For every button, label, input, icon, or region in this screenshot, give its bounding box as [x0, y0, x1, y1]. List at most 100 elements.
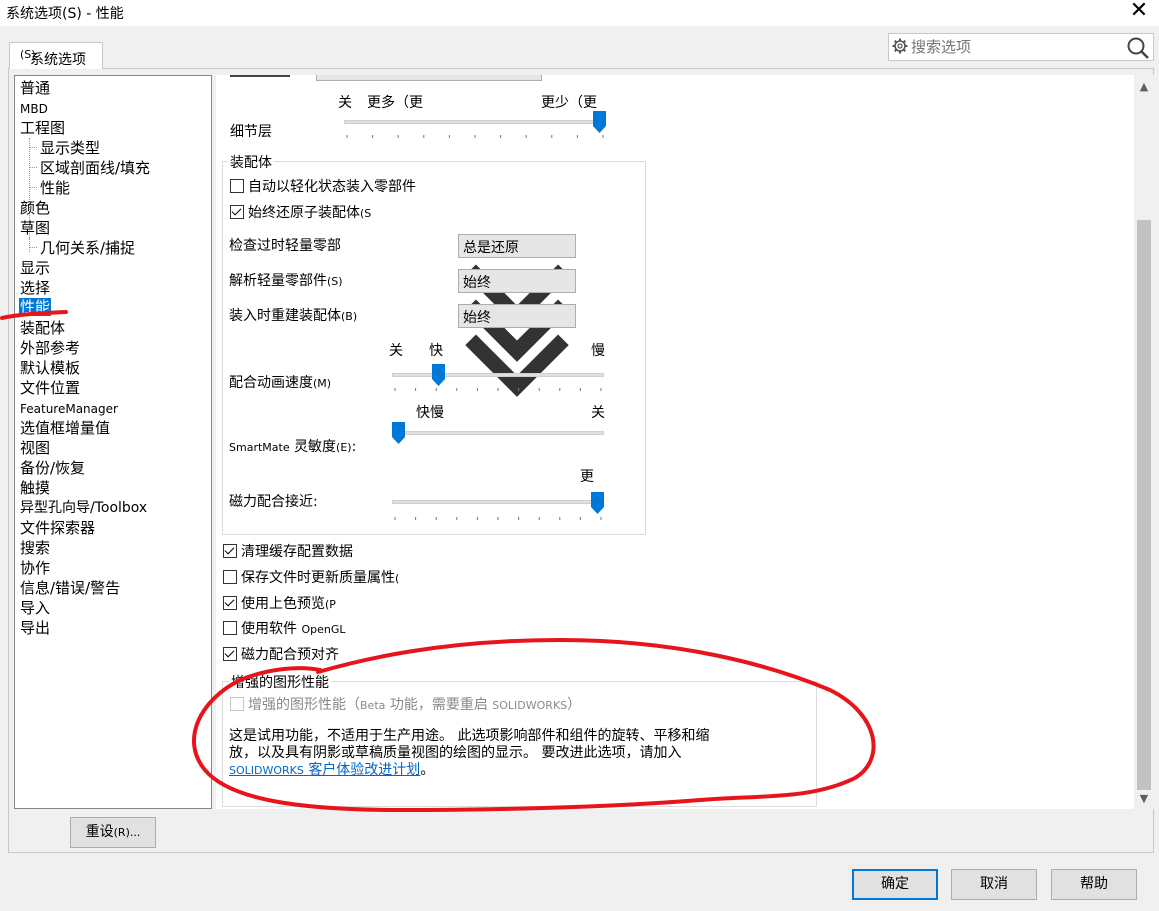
tree-item-backup-recover[interactable]: 备份/恢复 [20, 459, 85, 477]
ceip-link[interactable]: SOLIDWORKS 客户体验改进计划 [229, 762, 420, 778]
search-icon[interactable] [1125, 36, 1151, 60]
ok-button[interactable]: 确定 [852, 869, 938, 900]
detail-level-label: 细节层 [230, 124, 272, 140]
tab-system-options[interactable]: 系统选项 (S) [9, 42, 103, 69]
check-outdated-value: 总是还原 [463, 240, 519, 256]
clipped-dropdown[interactable] [316, 75, 542, 81]
tab-label: 系统选项 [30, 52, 86, 68]
tree-item-drawing-performance[interactable]: 性能 [40, 179, 70, 197]
tree-guide [29, 247, 37, 248]
settings-content: 关 更多（更 更少（更 细节层 装配体 自动以轻化状态装入零部件 始终还原子装配… [216, 75, 1134, 809]
close-icon[interactable]: ✕ [1122, 0, 1156, 24]
tree-item-search[interactable]: 搜索 [20, 539, 50, 557]
auto-lightweight-checkbox[interactable] [230, 179, 244, 193]
clear-cache-checkbox[interactable] [223, 544, 237, 558]
detail-off-label: 关 [338, 95, 352, 111]
help-button[interactable]: 帮助 [1051, 869, 1137, 900]
tree-item-hole-wizard-toolbox[interactable]: 异型孔向导/Toolbox [20, 499, 147, 517]
rebuild-on-load-value: 始终 [463, 310, 491, 326]
tree-item-view[interactable]: 视图 [20, 439, 50, 457]
magnetic-ticks [394, 517, 602, 520]
smartmate-fastslow-label: 快慢 [416, 405, 444, 421]
mate-anim-off-label: 关 [389, 343, 403, 359]
magnetic-proximity-label: 磁力配合接近: [229, 494, 318, 510]
title-bar: 系统选项(S) - 性能 ✕ [0, 0, 1159, 26]
scroll-up-icon[interactable]: ▲ [1138, 81, 1150, 93]
mate-anim-slow-label: 慢 [591, 343, 605, 359]
search-input[interactable] [911, 36, 1111, 58]
update-mass-props-label: 保存文件时更新质量属性( [241, 570, 400, 586]
mate-anim-slider-thumb[interactable] [431, 364, 445, 386]
tree-item-collaboration[interactable]: 协作 [20, 559, 50, 577]
tree-item-import[interactable]: 导入 [20, 599, 50, 617]
magnetic-prealign-checkbox[interactable] [223, 647, 237, 661]
mate-anim-fast-label: 快 [429, 343, 443, 359]
gear-icon[interactable] [892, 38, 908, 54]
resolve-lightweight-label: 解析轻量零部件(S) [229, 273, 343, 289]
tree-item-external-references[interactable]: 外部参考 [20, 339, 80, 357]
clipped-label [230, 75, 290, 77]
search-box[interactable] [888, 33, 1154, 61]
vertical-scrollbar[interactable]: ▲ ▼ [1134, 75, 1154, 809]
options-tree: 普通 MBD 工程图 显示类型 区域剖面线/填充 性能 颜色 草图 几何关系/捕… [14, 75, 212, 809]
enhanced-graphics-title: 增强的图形性能 [229, 672, 331, 692]
tree-item-default-templates[interactable]: 默认模板 [20, 359, 80, 377]
window-title: 系统选项(S) - 性能 [6, 6, 124, 22]
reset-button[interactable]: 重设(R)... [70, 817, 156, 848]
detail-level-ticks [346, 135, 604, 138]
tree-item-file-explorer[interactable]: 文件探索器 [20, 519, 95, 537]
software-opengl-label: 使用软件 OpenGL [241, 621, 346, 637]
scrollbar-thumb[interactable] [1137, 220, 1151, 790]
check-outdated-dropdown[interactable]: 总是还原 [458, 234, 576, 327]
mate-anim-track[interactable] [392, 373, 604, 377]
tree-item-spin-box-increments[interactable]: 选值框增量值 [20, 419, 110, 437]
tree-item-sketch[interactable]: 草图 [20, 219, 50, 237]
always-resolve-label: 始终还原子装配体(S [248, 205, 372, 221]
shaded-preview-checkbox[interactable] [223, 596, 237, 610]
tree-item-mbd[interactable]: MBD [20, 100, 48, 118]
smartmate-track[interactable] [392, 431, 604, 435]
tree-guide [29, 167, 37, 168]
tree-item-messages-errors-warnings[interactable]: 信息/错误/警告 [20, 579, 120, 597]
tree-item-assemblies[interactable]: 装配体 [20, 319, 65, 337]
magnetic-more-label: 更 [580, 469, 594, 485]
detail-more-label: 更多（更 [367, 95, 423, 111]
enhanced-graphics-checkbox[interactable] [230, 697, 244, 711]
cancel-button[interactable]: 取消 [951, 869, 1037, 900]
tree-item-featuremanager[interactable]: FeatureManager [20, 400, 118, 418]
tree-item-relations-snaps[interactable]: 几何关系/捕捉 [40, 239, 135, 257]
tree-item-file-locations[interactable]: 文件位置 [20, 379, 80, 397]
software-opengl-checkbox[interactable] [223, 621, 237, 635]
mate-anim-ticks [394, 388, 602, 391]
detail-level-slider-thumb[interactable] [593, 111, 606, 133]
tree-item-display[interactable]: 显示 [20, 259, 50, 277]
tree-item-performance[interactable]: 性能 [19, 298, 52, 316]
update-mass-props-checkbox[interactable] [223, 570, 237, 584]
tree-item-selection[interactable]: 选择 [20, 279, 50, 297]
tree-item-colors[interactable]: 颜色 [20, 199, 50, 217]
tree-item-touch[interactable]: 触摸 [20, 479, 50, 497]
magnetic-prealign-label: 磁力配合预对齐 [241, 647, 339, 663]
shaded-preview-label: 使用上色预览(P [241, 596, 336, 612]
enhanced-graphics-checkbox-label: 增强的图形性能（Beta 功能，需要重启 SOLIDWORKS） [248, 697, 582, 713]
scroll-down-icon[interactable]: ▼ [1138, 793, 1150, 805]
detail-less-label: 更少（更 [541, 95, 597, 111]
ceip-link-line: SOLIDWORKS 客户体验改进计划。 [229, 762, 435, 778]
clear-cache-label: 清理缓存配置数据 [241, 544, 353, 560]
magnetic-slider-thumb[interactable] [591, 492, 604, 514]
resolve-lightweight-dropdown[interactable]: 始终 [458, 269, 576, 362]
tree-item-export[interactable]: 导出 [20, 619, 50, 637]
always-resolve-checkbox[interactable] [230, 205, 244, 219]
tree-item-display-style[interactable]: 显示类型 [40, 139, 100, 157]
mate-anim-label: 配合动画速度(M) [229, 375, 332, 391]
tree-item-drawings[interactable]: 工程图 [20, 119, 65, 137]
rebuild-on-load-dropdown[interactable]: 始终 [458, 304, 576, 397]
smartmate-label: SmartMate 灵敏度(E): [229, 439, 357, 455]
tree-guide [29, 187, 37, 188]
magnetic-track[interactable] [392, 500, 604, 504]
tree-item-general[interactable]: 普通 [20, 79, 50, 97]
detail-level-track[interactable] [344, 120, 606, 124]
tree-item-area-hatch[interactable]: 区域剖面线/填充 [40, 159, 150, 177]
tree-guide [29, 147, 37, 148]
smartmate-slider-thumb[interactable] [392, 422, 405, 444]
